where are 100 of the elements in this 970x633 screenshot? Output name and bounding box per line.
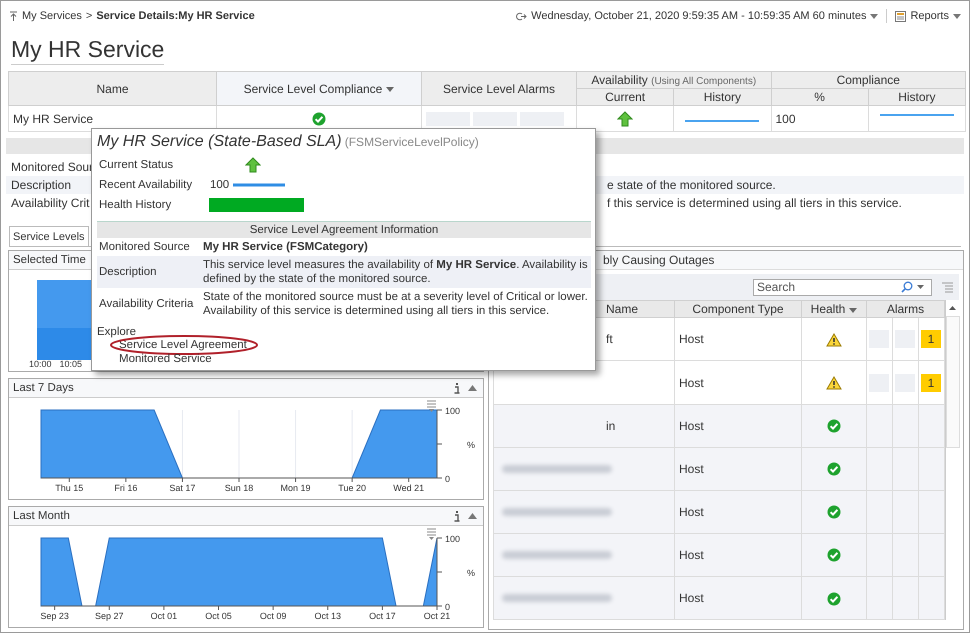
- page-title: My HR Service: [11, 37, 164, 66]
- y-tick-label: 0: [445, 602, 450, 612]
- detail-value: f this service is determined using all tiers in this service.: [607, 196, 902, 210]
- y-tick-label: 100: [445, 406, 460, 416]
- info-value: State of the monitored source must be at a severity level of Critical or lower. Availability of this service is determined using all tiers in this service.: [203, 290, 589, 318]
- x-tick-label: Wed 21: [393, 483, 424, 494]
- x-tick-label: 10:05: [60, 359, 82, 370]
- breadcrumb-separator: >: [86, 10, 92, 22]
- table-cell: Host: [674, 576, 802, 620]
- detail-label: Availability Crit: [11, 196, 90, 210]
- sort-caret-icon: [386, 87, 394, 92]
- info-icon[interactable]: [454, 510, 460, 522]
- column-header[interactable]: Service Level Alarms: [422, 72, 576, 106]
- availability-value: 100: [210, 179, 230, 191]
- column-header[interactable]: Service Level Compliance: [216, 72, 422, 106]
- menu-icon[interactable]: [426, 528, 436, 540]
- x-tick-label: Sun 18: [224, 483, 254, 494]
- table-cell: Host: [674, 360, 802, 404]
- search-icon: [901, 281, 913, 294]
- menu-icon[interactable]: [426, 400, 436, 412]
- column-chooser-icon[interactable]: [942, 282, 953, 293]
- x-tick-label: Mon 19: [280, 483, 311, 494]
- x-tick-label: Fri 16: [114, 483, 138, 494]
- search-input[interactable]: Search: [757, 280, 897, 294]
- up-arrow-icon: [245, 157, 261, 173]
- status-label: Health History: [99, 199, 172, 211]
- alarm-cell: [426, 112, 470, 126]
- info-value: My HR Service (FSMCategory): [203, 240, 369, 254]
- table-cell: 100: [771, 106, 868, 132]
- y-axis: [436, 538, 442, 607]
- column-header[interactable]: %: [771, 88, 868, 106]
- info-value: This service level measures the availability of My HR Service. Availability is defined by the state of the monitored source.: [203, 258, 589, 286]
- x-tick-label: Sat 17: [169, 483, 196, 494]
- alarm-cell: [473, 112, 517, 126]
- x-tick-label: Oct 05: [205, 611, 232, 622]
- breadcrumb-current: Service Details:My HR Service: [96, 10, 255, 22]
- table-cell: Host: [674, 490, 802, 534]
- popup-title: My HR Service (State-Based SLA): [97, 133, 342, 150]
- clock-arrow-icon: [516, 12, 528, 20]
- column-header[interactable]: Name: [8, 72, 216, 106]
- x-tick-label: Oct 09: [260, 611, 286, 622]
- x-tick-label: Sep 27: [95, 611, 124, 622]
- availability-sparkline: [233, 183, 286, 187]
- table-cell: Host: [674, 404, 802, 448]
- alarm-cell: [520, 112, 564, 126]
- x-tick-label: Oct 21: [424, 611, 450, 622]
- report-icon: [895, 10, 906, 22]
- detail-value: e state of the monitored source.: [607, 178, 776, 192]
- y-tick-label: 100: [445, 534, 460, 544]
- sort-caret-icon: [849, 308, 858, 313]
- reports-button[interactable]: Reports: [895, 10, 961, 22]
- info-label: Availability Criteria: [99, 298, 194, 310]
- panel-title: Selected Time: [13, 254, 86, 266]
- x-tick-label: Tue 20: [338, 483, 366, 494]
- x-tick-label: Oct 01: [150, 611, 178, 622]
- collapse-icon[interactable]: [468, 513, 477, 520]
- column-header[interactable]: Alarms: [866, 300, 944, 318]
- scroll-up-icon[interactable]: [949, 306, 956, 310]
- scrollbar[interactable]: [945, 300, 959, 620]
- panel-title: Last Month: [13, 510, 70, 522]
- panel-title: bly Causing Outages: [603, 253, 714, 268]
- caret-icon: [870, 14, 878, 18]
- x-tick-label: Sep 23: [40, 611, 69, 622]
- explore-link[interactable]: Monitored Service: [119, 353, 212, 365]
- x-tick-label: Oct 13: [314, 611, 342, 622]
- x-tick-label: 10:00: [29, 359, 52, 370]
- column-group-header: Compliance: [771, 72, 966, 89]
- info-label: Monitored Source: [99, 241, 191, 253]
- time-range-selector[interactable]: Wednesday, October 21, 2020 9:59:35 AM - 10:59:35 AM 60 minutes: [516, 10, 878, 22]
- column-header[interactable]: Health: [802, 300, 866, 318]
- scrollbar-thumb[interactable]: [946, 316, 960, 448]
- x-tick-label: Thu 15: [55, 483, 84, 494]
- search-field[interactable]: Search: [753, 278, 932, 296]
- column-header[interactable]: Current: [576, 88, 674, 106]
- detail-label: Monitored Sour: [11, 160, 93, 174]
- popup-subtitle: (FSMServiceLevelPolicy): [344, 135, 479, 149]
- collapse-icon[interactable]: [468, 385, 477, 392]
- caret-icon: [953, 14, 961, 18]
- column-header[interactable]: Component Type: [674, 300, 802, 318]
- column-header[interactable]: History: [674, 88, 771, 106]
- tab[interactable]: Service Levels: [9, 226, 89, 246]
- table-cell: Host: [674, 534, 802, 577]
- caret-icon: [917, 285, 924, 290]
- info-icon[interactable]: [454, 382, 460, 394]
- status-label: Current Status: [99, 159, 174, 171]
- column-group-header: Availability (Using All Components): [576, 72, 771, 89]
- y-axis-label: %: [467, 568, 476, 578]
- detail-label: Description: [11, 178, 72, 192]
- table-cell: ft: [606, 332, 613, 346]
- table-cell: Host: [674, 447, 802, 490]
- column-header[interactable]: History: [868, 88, 966, 106]
- table-cell: Host: [674, 318, 802, 361]
- breadcrumb-link[interactable]: My Services: [22, 10, 82, 22]
- y-axis: [436, 410, 442, 479]
- info-label: Description: [99, 266, 158, 278]
- x-tick-label: Oct 17: [369, 611, 396, 622]
- up-level-icon[interactable]: [9, 10, 18, 22]
- explore-label: Explore: [97, 326, 137, 338]
- alarm-count: 1: [921, 374, 941, 392]
- status-label: Recent Availability: [99, 179, 194, 191]
